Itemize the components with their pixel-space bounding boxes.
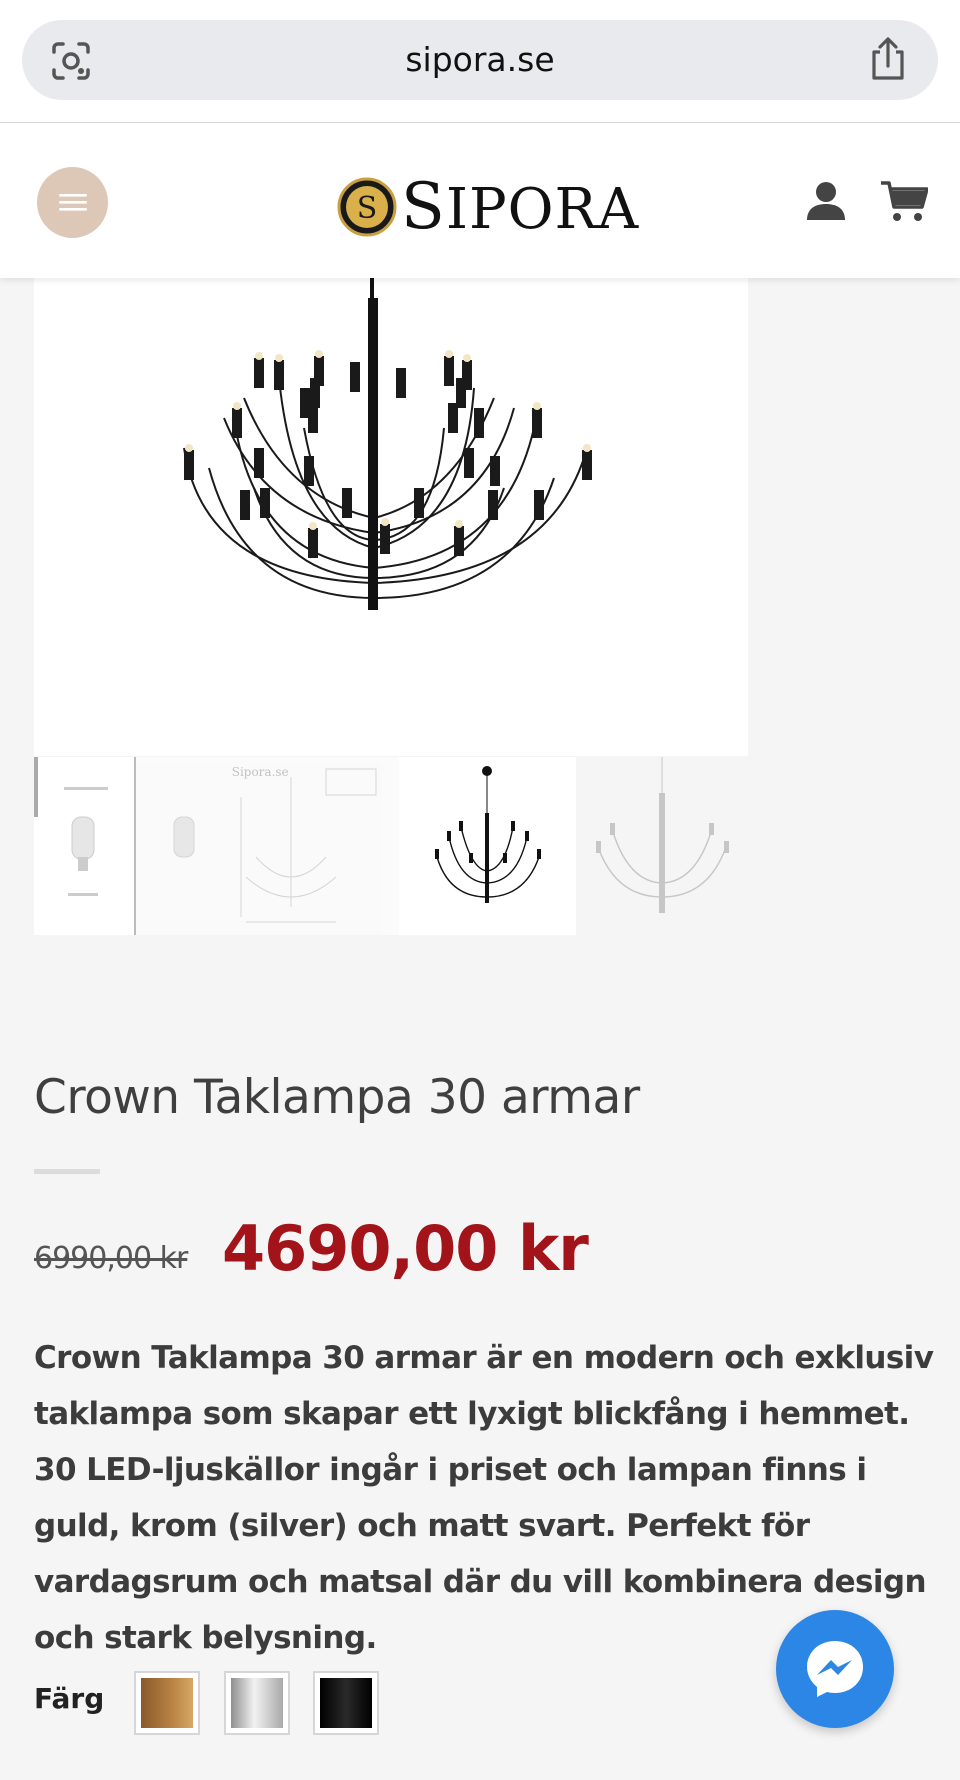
bulb-diagram-image — [34, 757, 108, 896]
cart-icon[interactable] — [880, 179, 928, 223]
address-bar[interactable]: sipora.se — [22, 20, 938, 100]
site-logo[interactable]: S SIPORA — [337, 175, 638, 242]
thumbnail-bulb-specs[interactable] — [34, 757, 136, 935]
product-main-image[interactable] — [34, 278, 748, 756]
messenger-chat-button[interactable] — [776, 1610, 894, 1728]
logo-text: SIPORA — [401, 175, 639, 242]
original-price: 6990,00 kr — [34, 1241, 188, 1276]
silver-chandelier-thumbnail-image — [596, 757, 730, 913]
color-swatch-silver[interactable] — [224, 1671, 290, 1735]
black-swatch-fill — [320, 1678, 372, 1728]
thumbnail-watermark: Sipora.se — [231, 765, 289, 779]
product-description: Crown Taklampa 30 armar är en modern och… — [34, 1340, 934, 1656]
silver-swatch-fill — [231, 1678, 283, 1728]
logo-initial: S — [401, 170, 446, 244]
hamburger-icon — [59, 194, 87, 211]
share-icon[interactable] — [868, 36, 908, 82]
messenger-icon — [807, 1641, 863, 1697]
logo-emblem-letter: S — [357, 191, 378, 226]
logo-rest: IPORA — [445, 177, 640, 242]
color-swatch-gold[interactable] — [134, 1671, 200, 1735]
chandelier-thumbnail-image — [434, 766, 541, 903]
dimension-drawing-image — [173, 768, 377, 923]
thumbnail-silver-chandelier[interactable] — [576, 757, 748, 935]
title-divider — [34, 1169, 100, 1174]
menu-button[interactable] — [37, 167, 108, 238]
site-header: S SIPORA — [0, 123, 960, 278]
product-title: Crown Taklampa 30 armar — [34, 1070, 640, 1125]
gold-swatch-fill — [141, 1678, 193, 1728]
chandelier-image — [183, 278, 592, 610]
color-swatch-black[interactable] — [313, 1671, 379, 1735]
sale-price: 4690,00 kr — [222, 1212, 589, 1285]
product-thumbnails: Sipora.se — [34, 757, 748, 935]
thumbnail-dimensions[interactable]: Sipora.se — [135, 757, 399, 935]
color-label: Färg — [34, 1682, 105, 1715]
thumbnail-black-chandelier[interactable] — [398, 757, 577, 935]
user-account-icon[interactable] — [805, 179, 847, 221]
browser-bar: sipora.se — [0, 0, 960, 123]
logo-emblem-icon: S — [337, 177, 397, 237]
url-text[interactable]: sipora.se — [22, 40, 938, 79]
